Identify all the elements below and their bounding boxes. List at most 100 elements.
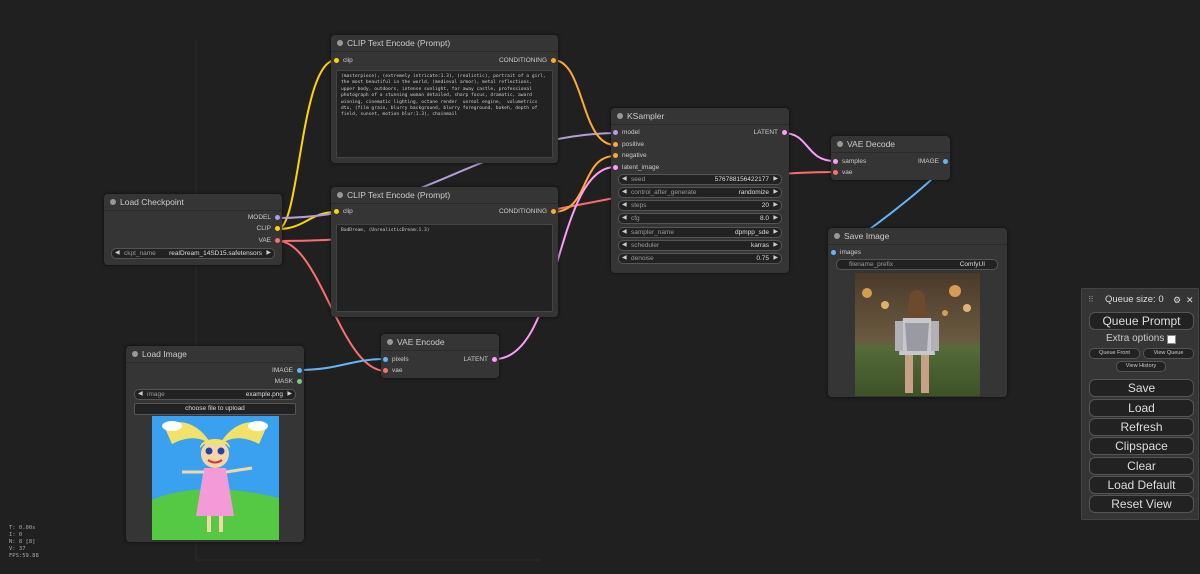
node-title-bar[interactable]: Save Image: [828, 228, 1007, 245]
load-checkpoint-node[interactable]: Load Checkpoint MODEL CLIP VAE ◀ ckpt_na…: [104, 194, 282, 265]
view-queue-button[interactable]: View Queue: [1143, 348, 1194, 359]
queue-front-button[interactable]: Queue Front: [1089, 348, 1140, 359]
input-negative[interactable]: negative: [613, 151, 647, 160]
input-vae[interactable]: vae: [833, 168, 852, 177]
port-dot-icon[interactable]: [833, 170, 838, 175]
image-combo[interactable]: ◀ image example.png ▶: [134, 389, 296, 400]
arrow-right-icon[interactable]: ▶: [773, 241, 778, 250]
input-pixels[interactable]: pixels: [383, 355, 409, 364]
choose-file-button[interactable]: choose file to upload: [134, 403, 296, 415]
arrow-left-icon[interactable]: ◀: [138, 390, 143, 399]
collapse-dot-icon[interactable]: [837, 141, 843, 147]
input-positive[interactable]: positive: [613, 140, 644, 149]
output-image-preview[interactable]: [855, 273, 980, 396]
arrow-left-icon[interactable]: ◀: [622, 254, 627, 263]
drag-handle-icon[interactable]: ⠿: [1088, 293, 1094, 307]
output-latent[interactable]: LATENT: [754, 128, 787, 137]
port-dot-icon[interactable]: [275, 226, 280, 231]
node-title-bar[interactable]: CLIP Text Encode (Prompt): [331, 35, 558, 52]
sampler-name-widget[interactable]: ◀ sampler_name dpmpp_sde ▶: [618, 227, 782, 238]
collapse-dot-icon[interactable]: [337, 40, 343, 46]
node-title-bar[interactable]: VAE Encode: [381, 334, 499, 351]
port-dot-icon[interactable]: [275, 238, 280, 243]
port-dot-icon[interactable]: [275, 215, 280, 220]
port-dot-icon[interactable]: [297, 368, 302, 373]
prompt-textarea[interactable]: (masterpiece), (extremely intricate:1.3)…: [336, 70, 553, 158]
node-title-bar[interactable]: VAE Decode: [831, 136, 950, 153]
refresh-button[interactable]: Refresh: [1089, 418, 1194, 436]
input-samples[interactable]: samples: [833, 157, 866, 166]
node-title-bar[interactable]: Load Image: [126, 346, 304, 363]
save-image-node[interactable]: Save Image images filename_prefix ComfyU…: [828, 228, 1007, 397]
vae-encode-node[interactable]: VAE Encode pixels vae LATENT: [381, 334, 499, 378]
output-clip[interactable]: CLIP: [257, 224, 280, 233]
clipspace-button[interactable]: Clipspace: [1089, 437, 1194, 455]
port-dot-icon[interactable]: [782, 130, 787, 135]
input-clip[interactable]: clip: [334, 56, 353, 65]
vae-decode-node[interactable]: VAE Decode samples vae IMAGE: [831, 136, 950, 180]
view-history-button[interactable]: View History: [1116, 361, 1166, 372]
input-clip[interactable]: clip: [334, 207, 353, 216]
port-dot-icon[interactable]: [551, 209, 556, 214]
collapse-dot-icon[interactable]: [132, 351, 138, 357]
input-image-preview[interactable]: [152, 416, 279, 540]
scheduler-widget[interactable]: ◀ scheduler karras ▶: [618, 240, 782, 251]
reset-view-button[interactable]: Reset View: [1089, 495, 1194, 513]
port-dot-icon[interactable]: [297, 379, 302, 384]
arrow-left-icon[interactable]: ◀: [622, 188, 627, 197]
port-dot-icon[interactable]: [613, 142, 618, 147]
load-image-node[interactable]: Load Image IMAGE MASK ◀ image example.pn…: [126, 346, 304, 542]
filename-prefix-widget[interactable]: filename_prefix ComfyUI: [836, 259, 998, 270]
ckpt-name-combo[interactable]: ◀ ckpt_name realDream_14SD15.safetensors…: [111, 248, 275, 259]
queue-prompt-button[interactable]: Queue Prompt: [1089, 312, 1194, 330]
input-model[interactable]: model: [613, 128, 640, 137]
output-latent[interactable]: LATENT: [464, 355, 497, 364]
gear-icon[interactable]: ⚙: [1173, 293, 1181, 307]
node-title-bar[interactable]: KSampler: [611, 108, 789, 125]
input-vae[interactable]: vae: [383, 366, 402, 375]
port-dot-icon[interactable]: [613, 153, 618, 158]
ksampler-node[interactable]: KSampler model positive negative latent_…: [611, 108, 789, 273]
output-mask[interactable]: MASK: [275, 377, 302, 386]
arrow-right-icon[interactable]: ▶: [287, 390, 292, 399]
arrow-left-icon[interactable]: ◀: [622, 201, 627, 210]
arrow-right-icon[interactable]: ▶: [773, 188, 778, 197]
arrow-right-icon[interactable]: ▶: [773, 254, 778, 263]
output-conditioning[interactable]: CONDITIONING: [499, 56, 556, 65]
port-dot-icon[interactable]: [334, 209, 339, 214]
collapse-dot-icon[interactable]: [337, 192, 343, 198]
arrow-right-icon[interactable]: ▶: [773, 214, 778, 223]
port-dot-icon[interactable]: [831, 250, 836, 255]
arrow-right-icon[interactable]: ▶: [773, 201, 778, 210]
arrow-right-icon[interactable]: ▶: [266, 249, 271, 258]
cfg-widget[interactable]: ◀ cfg 8.0 ▶: [618, 213, 782, 224]
port-dot-icon[interactable]: [492, 357, 497, 362]
input-images[interactable]: images: [831, 248, 861, 257]
input-latent-image[interactable]: latent_image: [613, 163, 659, 172]
port-dot-icon[interactable]: [613, 130, 618, 135]
arrow-left-icon[interactable]: ◀: [622, 241, 627, 250]
collapse-dot-icon[interactable]: [387, 339, 393, 345]
collapse-dot-icon[interactable]: [617, 113, 623, 119]
arrow-right-icon[interactable]: ▶: [773, 228, 778, 237]
node-title-bar[interactable]: Load Checkpoint: [104, 194, 282, 211]
denoise-widget[interactable]: ◀ denoise 0.75 ▶: [618, 253, 782, 264]
steps-widget[interactable]: ◀ steps 20 ▶: [618, 200, 782, 211]
collapse-dot-icon[interactable]: [110, 199, 116, 205]
clear-button[interactable]: Clear: [1089, 457, 1194, 475]
node-title-bar[interactable]: CLIP Text Encode (Prompt): [331, 187, 558, 204]
output-model[interactable]: MODEL: [248, 213, 280, 222]
output-vae[interactable]: VAE: [258, 236, 280, 245]
port-dot-icon[interactable]: [613, 165, 618, 170]
arrow-left-icon[interactable]: ◀: [622, 228, 627, 237]
output-image[interactable]: IMAGE: [918, 157, 948, 166]
port-dot-icon[interactable]: [383, 368, 388, 373]
extra-options-checkbox[interactable]: [1167, 335, 1176, 344]
output-image[interactable]: IMAGE: [272, 366, 302, 375]
output-conditioning[interactable]: CONDITIONING: [499, 207, 556, 216]
arrow-left-icon[interactable]: ◀: [115, 249, 120, 258]
load-button[interactable]: Load: [1089, 399, 1194, 417]
port-dot-icon[interactable]: [551, 58, 556, 63]
load-default-button[interactable]: Load Default: [1089, 476, 1194, 494]
prompt-textarea[interactable]: BadDream, (UnrealisticDream:1.3): [336, 224, 553, 312]
